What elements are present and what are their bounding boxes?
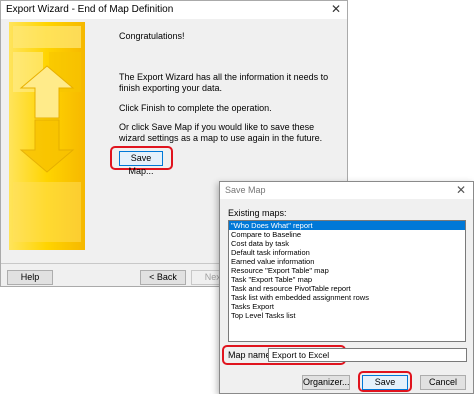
dialog-title-bar: Save Map ✕ xyxy=(220,182,473,199)
list-item[interactable]: Task and resource PivotTable report xyxy=(229,284,465,293)
save-map-button[interactable]: Save Map... xyxy=(119,151,163,176)
existing-maps-label: Existing maps: xyxy=(228,208,287,218)
list-item[interactable]: Default task information xyxy=(229,248,465,257)
map-name-input[interactable]: Export to Excel xyxy=(268,348,467,362)
cancel-button[interactable]: Cancel xyxy=(420,375,466,390)
existing-maps-list[interactable]: "Who Does What" report Compare to Baseli… xyxy=(228,220,466,342)
close-icon[interactable]: ✕ xyxy=(456,183,466,197)
list-item[interactable]: Task list with embedded assignment rows xyxy=(229,293,465,302)
finish-hint-text: Click Finish to complete the operation. xyxy=(119,103,272,113)
wizard-title-bar: Export Wizard - End of Map Definition ✕ xyxy=(1,1,347,19)
save-button[interactable]: Save xyxy=(362,375,408,390)
help-button[interactable]: Help xyxy=(7,270,53,285)
organizer-button[interactable]: Organizer... xyxy=(302,375,350,390)
save-hint-text: Or click Save Map if you would like to s… xyxy=(119,122,323,143)
wizard-title: Export Wizard - End of Map Definition xyxy=(6,4,174,15)
list-item[interactable]: Resource "Export Table" map xyxy=(229,266,465,275)
back-button[interactable]: < Back xyxy=(140,270,186,285)
map-name-label: Map name: xyxy=(228,350,274,360)
close-icon[interactable]: ✕ xyxy=(331,2,341,16)
list-item[interactable]: Task "Export Table" map xyxy=(229,275,465,284)
list-item[interactable]: Earned value information xyxy=(229,257,465,266)
list-item[interactable]: Compare to Baseline xyxy=(229,230,465,239)
congratulations-text: Congratulations! xyxy=(119,31,185,41)
list-item[interactable]: Cost data by task xyxy=(229,239,465,248)
list-item[interactable]: Tasks Export xyxy=(229,302,465,311)
list-item[interactable]: "Who Does What" report xyxy=(229,221,465,230)
info-text: The Export Wizard has all the informatio… xyxy=(119,72,329,93)
save-map-dialog: Save Map ✕ Existing maps: "Who Does What… xyxy=(219,181,474,394)
list-item[interactable]: Top Level Tasks list xyxy=(229,311,465,320)
dialog-title: Save Map xyxy=(225,185,266,195)
wizard-graphic xyxy=(9,22,85,250)
